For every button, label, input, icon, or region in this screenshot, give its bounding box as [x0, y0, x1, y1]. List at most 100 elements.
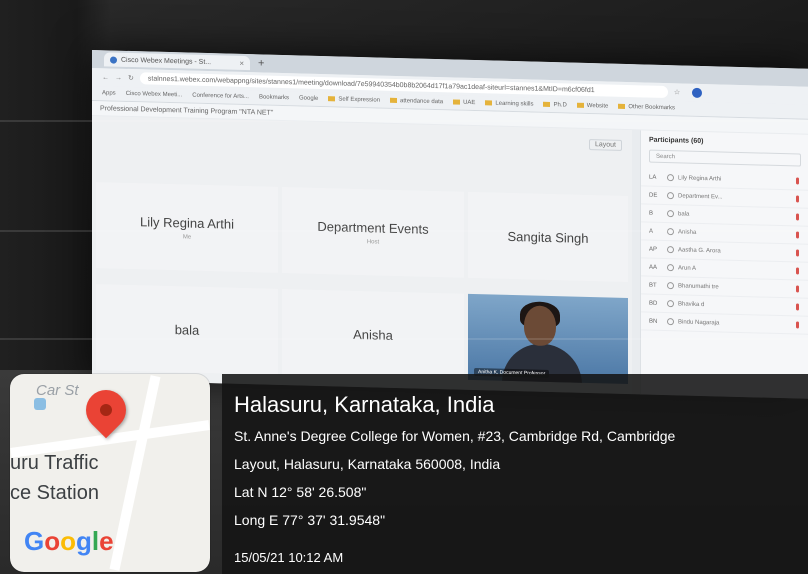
user-icon	[667, 282, 674, 290]
participant-initials: DE	[649, 192, 658, 199]
tile-role: Host	[366, 238, 380, 246]
bookmark-item[interactable]: Conference for Arts...	[192, 93, 249, 100]
scan-line	[0, 120, 808, 122]
mic-muted-icon	[796, 213, 799, 221]
participant-name: Lily Regina Arthi	[678, 174, 722, 182]
user-icon	[667, 264, 674, 272]
folder-icon	[543, 101, 551, 107]
bookmark-label: attendance data	[400, 98, 444, 106]
reload-icon[interactable]: ↻	[128, 74, 134, 82]
webex-icon	[110, 55, 117, 64]
profile-avatar[interactable]	[692, 87, 703, 98]
layout-button[interactable]: Layout	[588, 139, 622, 151]
mic-muted-icon	[796, 249, 799, 257]
bookmark-label: Other Bookmarks	[628, 104, 676, 112]
location-info: Halasuru, Karnataka, India St. Anne's De…	[222, 374, 808, 574]
close-icon[interactable]: ×	[239, 58, 244, 67]
tile-role: Me	[182, 233, 192, 241]
folder-icon	[328, 96, 336, 102]
bookmark-folder[interactable]: Ph.D	[543, 101, 567, 109]
star-icon[interactable]: ☆	[674, 88, 680, 96]
user-icon	[667, 246, 674, 254]
folder-icon	[453, 99, 461, 105]
user-icon	[667, 300, 674, 308]
participants-panel: Participants (60) Search LA Lily Regina A…	[640, 130, 808, 399]
bookmark-label: Self Expression	[338, 96, 381, 104]
speaker-face	[524, 305, 556, 347]
participant-initials: LA	[649, 174, 657, 181]
bookmark-item[interactable]: Bookmarks	[259, 94, 289, 101]
location-pin-icon	[77, 381, 135, 439]
bookmark-folder[interactable]: Other Bookmarks	[618, 103, 676, 112]
user-icon	[667, 192, 674, 200]
participant-name: Aastha G. Arora	[678, 246, 721, 254]
participant-tile[interactable]: Department Events Host	[282, 186, 464, 278]
folder-icon	[390, 97, 398, 103]
geotag-overlay: Car St uru Traffic ce Station Google Hal…	[10, 374, 808, 574]
address-line: Layout, Halasuru, Karnataka 560008, Indi…	[234, 456, 501, 472]
participant-initials: AA	[649, 264, 658, 271]
new-tab-icon[interactable]: +	[258, 57, 264, 69]
mic-muted-icon	[796, 231, 799, 239]
tile-name: Department Events	[317, 218, 429, 237]
mic-muted-icon	[796, 177, 799, 185]
mic-muted-icon	[796, 195, 799, 203]
tile-name: Lily Regina Arthi	[140, 213, 234, 232]
folder-icon	[485, 100, 493, 106]
participant-initials: AP	[649, 246, 658, 253]
participant-tile[interactable]: Lily Regina Arthi Me	[96, 182, 278, 273]
latitude: Lat N 12° 58' 26.508"	[234, 484, 367, 500]
scan-line	[0, 338, 808, 340]
participant-tile[interactable]: Anisha	[282, 288, 464, 380]
participant-name: Department Ev...	[678, 192, 723, 201]
participant-initials: B	[649, 210, 654, 217]
participant-initials: BN	[649, 318, 658, 325]
user-icon	[667, 210, 674, 218]
participant-name: Bhavika d	[678, 300, 705, 308]
address-line: St. Anne's Degree College for Women, #23…	[234, 428, 676, 444]
participant-name: Bhanumathi tre	[678, 282, 719, 290]
bookmark-folder[interactable]: Website	[576, 102, 609, 110]
bookmark-item[interactable]: Google	[299, 95, 318, 102]
participant-name: bala	[678, 210, 690, 218]
back-icon[interactable]: ←	[102, 74, 109, 81]
user-icon	[667, 318, 674, 326]
timestamp: 15/05/21 10:12 AM	[234, 550, 344, 565]
participant-tile[interactable]: bala	[96, 284, 278, 375]
participant-tile[interactable]: Sangita Singh	[468, 191, 628, 283]
bookmark-item[interactable]: Cisco Webex Meeti...	[126, 91, 183, 98]
participant-initials: BD	[649, 300, 658, 307]
bookmark-label: Learning skills	[495, 100, 534, 108]
bookmark-item[interactable]: Apps	[102, 90, 116, 96]
tab-title: Cisco Webex Meetings - St...	[121, 56, 212, 66]
map-street-label: Car St	[36, 382, 79, 399]
participant-name: Bindu Nagaraja	[678, 318, 720, 326]
folder-icon	[576, 102, 584, 108]
participant-row[interactable]: BN Bindu Nagaraja	[641, 312, 808, 335]
map-poi-icon	[34, 398, 46, 410]
map-place-label: uru Traffic	[10, 452, 99, 474]
bookmark-folder[interactable]: Self Expression	[328, 96, 381, 104]
tile-name: bala	[174, 321, 200, 338]
map-thumbnail: Car St uru Traffic ce Station Google	[10, 374, 210, 572]
forward-icon[interactable]: →	[115, 74, 122, 81]
participant-name: Arun A	[678, 264, 697, 272]
user-icon	[667, 174, 674, 182]
folder-icon	[618, 103, 626, 109]
google-logo: Google	[24, 526, 114, 556]
map-place-label: ce Station	[10, 482, 99, 504]
browser-tab[interactable]: Cisco Webex Meetings - St... ×	[104, 52, 250, 71]
bookmark-folder[interactable]: UAE	[453, 99, 475, 106]
bookmark-folder[interactable]: Learning skills	[485, 100, 534, 108]
participant-search-input[interactable]: Search	[649, 149, 801, 167]
mic-muted-icon	[796, 321, 799, 329]
bookmark-label: Ph.D	[553, 102, 567, 109]
bookmark-label: UAE	[463, 99, 476, 107]
mic-muted-icon	[796, 285, 799, 293]
bookmark-label: Website	[586, 102, 609, 110]
scan-line	[0, 230, 808, 232]
mic-muted-icon	[796, 267, 799, 275]
video-grid: Layout Lily Regina Arthi Me Department E…	[92, 116, 632, 395]
participant-initials: BT	[649, 282, 657, 289]
bookmark-folder[interactable]: attendance data	[390, 97, 444, 106]
